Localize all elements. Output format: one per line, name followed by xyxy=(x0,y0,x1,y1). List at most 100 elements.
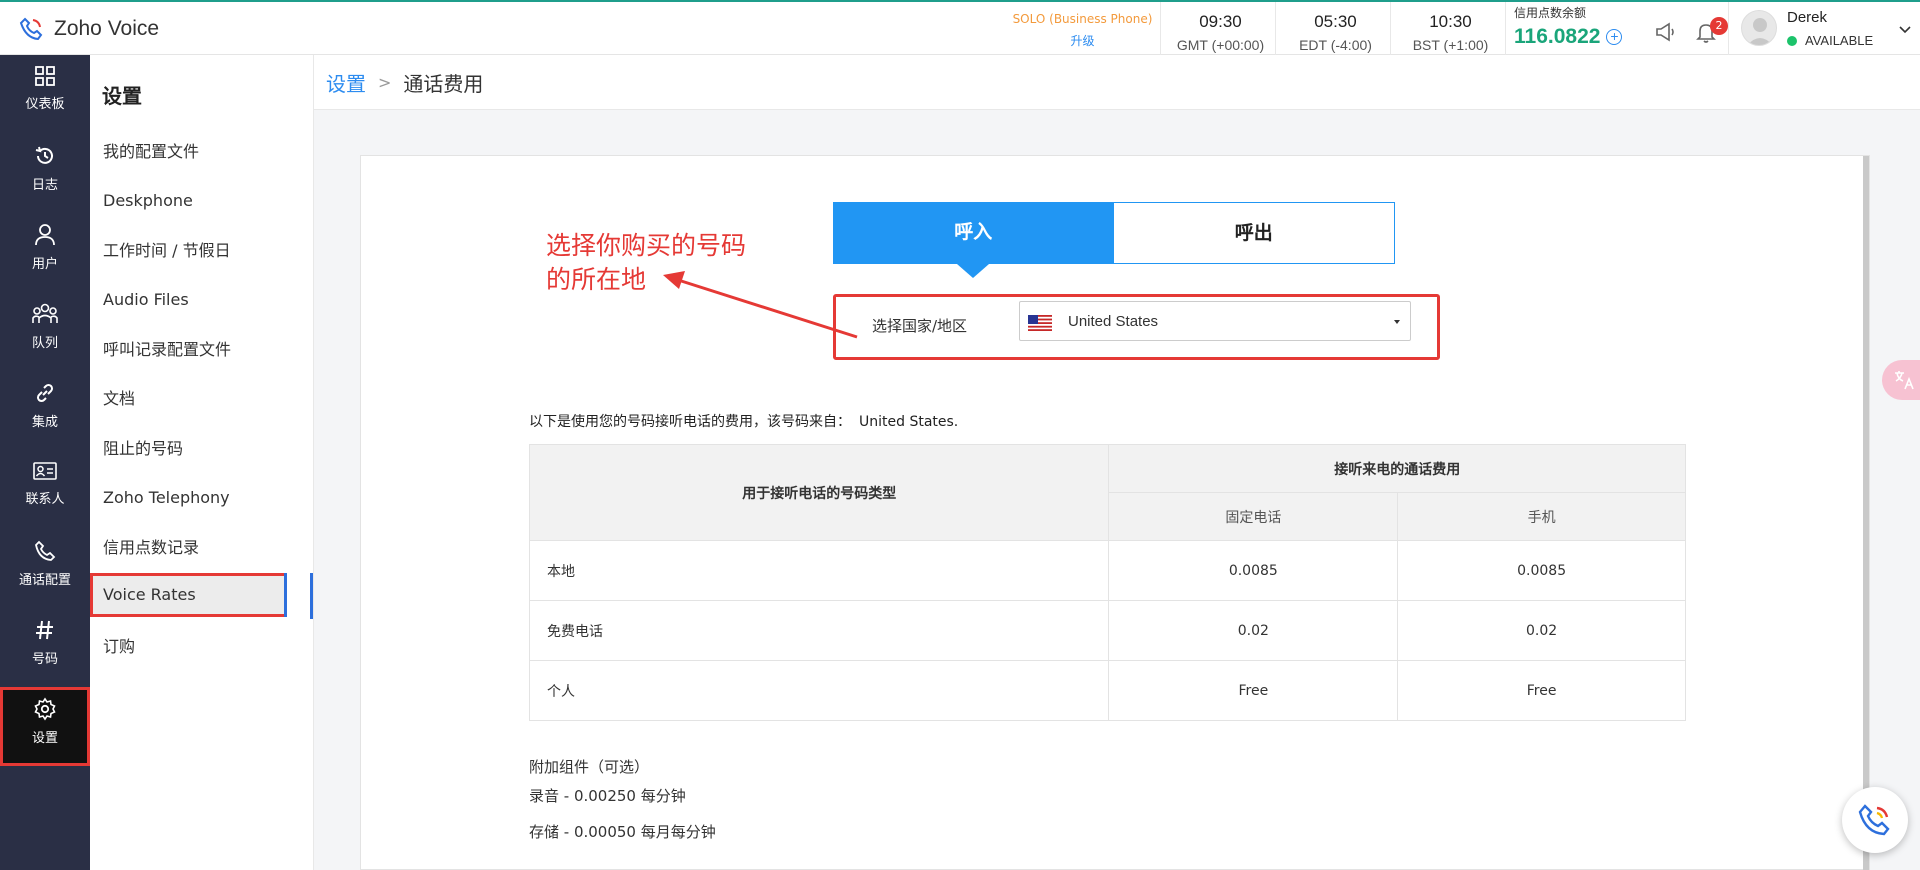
phone-icon xyxy=(35,540,56,561)
app-logo[interactable]: Zoho Voice xyxy=(16,14,159,44)
settings-sidebar: 设置 我的配置文件 Deskphone 工作时间 / 节假日 Audio Fil… xyxy=(90,55,314,870)
row-mobile-rate: 0.02 xyxy=(1397,600,1686,661)
row-mobile-rate: 0.0085 xyxy=(1397,540,1686,601)
sidebar-item-deskphone[interactable]: Deskphone xyxy=(90,179,314,223)
sidebar-item-documents[interactable]: 文档 xyxy=(90,377,314,421)
annotation-line: 选择你购买的号码 xyxy=(546,231,747,260)
sidebar-item-voice-rates[interactable]: Voice Rates xyxy=(90,573,287,617)
nav-users[interactable]: 用户 xyxy=(0,213,90,291)
breadcrumb-separator-icon: > xyxy=(378,72,392,92)
tab-outgoing[interactable]: 呼出 xyxy=(1113,202,1395,264)
avatar xyxy=(1741,10,1777,46)
chevron-down-icon[interactable] xyxy=(1898,22,1912,36)
sidebar-item-profile[interactable]: 我的配置文件 xyxy=(90,130,314,174)
sidebar-item-credit-logs[interactable]: 信用点数记录 xyxy=(90,526,314,570)
table-header-row: 用于接听电话的号码类型 接听来电的通话费用 xyxy=(528,444,1686,541)
call-widget-button[interactable] xyxy=(1842,787,1908,853)
user-avatar-icon xyxy=(1747,18,1773,45)
scrollbar[interactable] xyxy=(1863,156,1869,870)
sidebar-item-audio-files[interactable]: Audio Files xyxy=(90,278,314,322)
country-label: 选择国家/地区 xyxy=(872,317,968,335)
nav-label: 集成 xyxy=(31,415,58,430)
caret-down-icon xyxy=(1394,320,1400,324)
addon-recording: 录音 - 0.00250 每分钟 xyxy=(529,787,686,805)
row-type: 本地 xyxy=(528,540,1110,601)
user-menu[interactable]: Derek AVAILABLE xyxy=(1728,2,1920,57)
tab-incoming[interactable]: 呼入 xyxy=(833,202,1114,278)
add-credit-icon[interactable]: + xyxy=(1606,29,1623,45)
col-incoming-cost: 接听来电的通话费用 xyxy=(1108,444,1686,493)
row-landline-rate: 0.02 xyxy=(1108,600,1399,661)
grid-icon xyxy=(35,66,55,86)
col-number-type: 用于接听电话的号码类型 xyxy=(528,444,1110,541)
sidebar-item-call-record-profiles[interactable]: 呼叫记录配置文件 xyxy=(90,328,314,372)
nav-integrations[interactable]: 集成 xyxy=(0,371,90,449)
row-landline-rate: Free xyxy=(1108,660,1399,721)
translate-icon xyxy=(1895,371,1914,390)
breadcrumb-settings-link[interactable]: 设置 xyxy=(326,68,366,97)
main-nav: 仪表板 日志 用户 队列 集成 联系人 通话配置 号码 设置 xyxy=(0,55,90,870)
active-indicator xyxy=(310,573,313,619)
nav-settings[interactable]: 设置 xyxy=(0,687,90,766)
sidebar-item-blocked-numbers[interactable]: 阻止的号码 xyxy=(90,427,314,471)
clock-zone: GMT (+00:00) xyxy=(1176,37,1265,53)
credit-value: 116.0822 xyxy=(1514,25,1601,48)
app-root: Zoho Voice SOLO (Business Phone) 升级 09:3… xyxy=(0,0,1920,870)
status-text: AVAILABLE xyxy=(1805,33,1874,48)
nav-label: 用户 xyxy=(31,257,58,272)
description-text: 以下是使用您的号码接听电话的费用，该号码来自： xyxy=(529,414,851,430)
row-landline-rate: 0.0085 xyxy=(1108,540,1399,601)
sidebar-item-subscription[interactable]: 订购 xyxy=(90,625,314,669)
addons-title: 附加组件（可选） xyxy=(529,758,650,776)
us-flag-icon xyxy=(1028,315,1052,331)
annotation-arrow-icon xyxy=(663,271,858,339)
nav-label: 号码 xyxy=(31,652,58,667)
nav-logs[interactable]: 日志 xyxy=(0,134,90,212)
country-selected-value: United States xyxy=(1068,313,1159,330)
clock-time: 09:30 xyxy=(1199,12,1242,31)
sidebar-item-business-hours[interactable]: 工作时间 / 节假日 xyxy=(90,229,314,273)
clock-edt: 05:30 EDT (-4:00) xyxy=(1275,2,1395,57)
nav-label: 仪表板 xyxy=(25,97,65,112)
translate-widget[interactable] xyxy=(1882,360,1920,400)
link-icon xyxy=(36,383,54,403)
clock-zone: EDT (-4:00) xyxy=(1299,37,1372,53)
phone-logo-icon xyxy=(19,17,43,41)
group-icon xyxy=(32,303,58,323)
country-select[interactable]: United States xyxy=(1019,301,1411,341)
sidebar-item-zoho-telephony[interactable]: Zoho Telephony xyxy=(90,476,314,520)
rates-card: 呼入 呼出 选择国家/地区 United States 选择你购买的号码 的所在… xyxy=(360,155,1870,870)
credit-value-row: 116.0822 + xyxy=(1514,25,1635,49)
table-row: 本地 0.0085 0.0085 xyxy=(528,540,1686,601)
app-name: Zoho Voice xyxy=(54,17,160,40)
nav-contacts[interactable]: 联系人 xyxy=(0,450,90,528)
status-dot xyxy=(1787,35,1797,46)
country-highlight: 选择国家/地区 United States xyxy=(833,294,1440,360)
table-row: 免费电话 0.02 0.02 xyxy=(528,600,1686,661)
user-name: Derek xyxy=(1787,9,1828,26)
clock-zone: BST (+1:00) xyxy=(1412,37,1489,53)
row-mobile-rate: Free xyxy=(1397,660,1686,721)
upgrade-link[interactable]: 升级 xyxy=(1000,32,1165,49)
user-status: AVAILABLE xyxy=(1787,33,1873,48)
nav-label: 联系人 xyxy=(25,492,65,507)
top-bar: Zoho Voice SOLO (Business Phone) 升级 09:3… xyxy=(0,0,1920,57)
phone-widget-icon xyxy=(1858,804,1890,836)
clock-time: 10:30 xyxy=(1429,12,1472,31)
nav-queue[interactable]: 队列 xyxy=(0,292,90,370)
rates-description: 以下是使用您的号码接听电话的费用，该号码来自： United States. xyxy=(529,411,958,431)
nav-dashboard[interactable]: 仪表板 xyxy=(0,55,90,133)
row-type: 免费电话 xyxy=(528,600,1110,661)
sidebar-title: 设置 xyxy=(102,84,142,108)
col-mobile: 手机 xyxy=(1397,492,1686,541)
nav-numbers[interactable]: 号码 xyxy=(0,608,90,686)
nav-label: 通话配置 xyxy=(18,573,71,588)
row-type: 个人 xyxy=(528,660,1110,721)
clock-bst: 10:30 BST (+1:00) xyxy=(1390,2,1510,57)
col-landline: 固定电话 xyxy=(1108,492,1399,541)
credit-balance: 信用点数余额 116.0822 + xyxy=(1505,2,1635,57)
nav-label: 设置 xyxy=(31,731,58,746)
megaphone-icon[interactable] xyxy=(1654,20,1678,44)
plan-info: SOLO (Business Phone) 升级 xyxy=(1000,12,1165,49)
nav-call-config[interactable]: 通话配置 xyxy=(0,529,90,607)
